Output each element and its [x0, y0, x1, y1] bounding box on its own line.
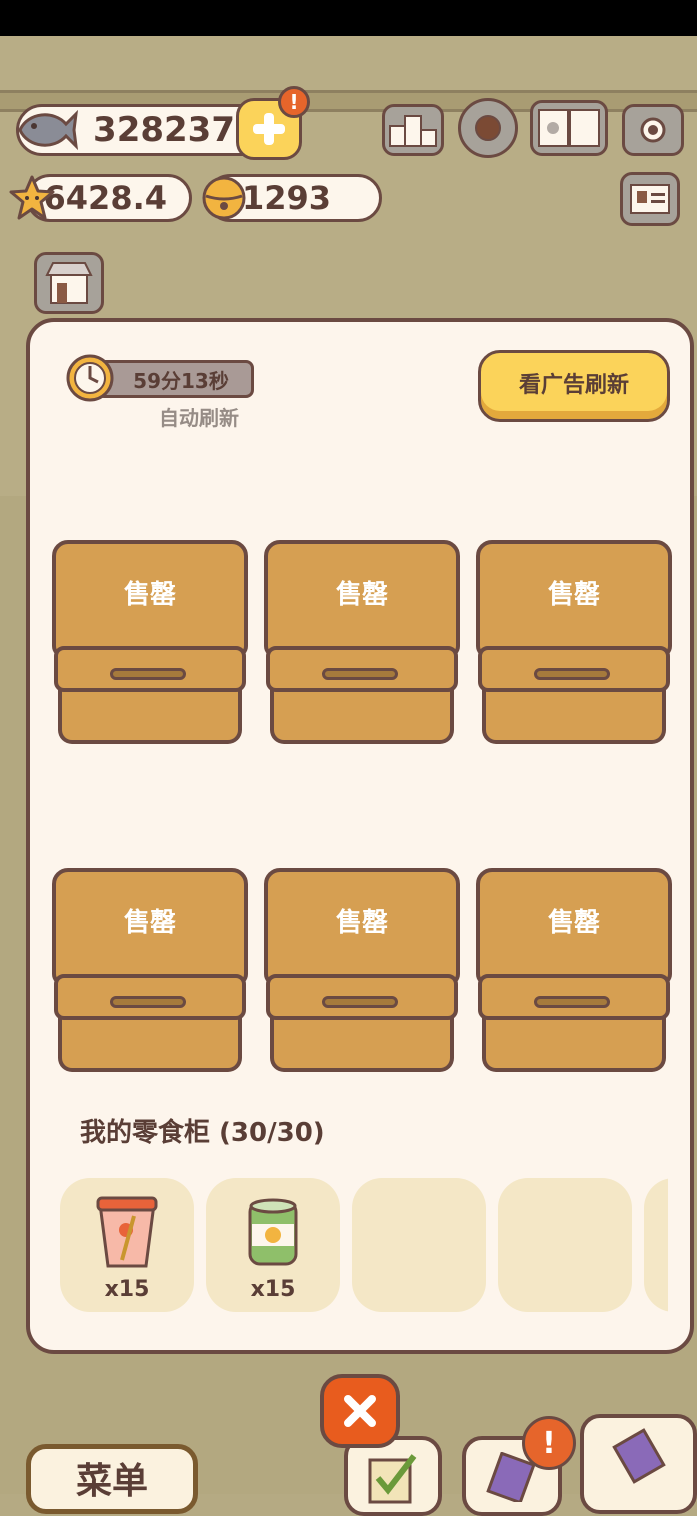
alert-badge: ! — [522, 1416, 576, 1470]
collection-tab[interactable] — [580, 1414, 697, 1514]
cup-noodle-icon — [94, 1192, 160, 1272]
fish-icon — [14, 104, 78, 156]
shop-slot[interactable]: 售罄 — [264, 540, 460, 744]
shop-slot[interactable]: 售罄 — [52, 868, 248, 1072]
menu-button[interactable]: 菜单 — [26, 1444, 198, 1514]
star-icon — [8, 174, 56, 222]
cabinet-item[interactable] — [644, 1178, 668, 1312]
gear-icon[interactable] — [458, 98, 518, 158]
shop-slot[interactable]: 售罄 — [52, 540, 248, 744]
checkmark-icon — [368, 1454, 417, 1504]
shop-slot[interactable]: 售罄 — [476, 868, 672, 1072]
sold-out-label: 售罄 — [52, 868, 248, 986]
shop-icon[interactable] — [34, 252, 104, 314]
clock-icon — [64, 352, 116, 404]
snack-cabinet-list[interactable]: x15 x15 — [60, 1178, 668, 1312]
sold-out-label: 售罄 — [52, 540, 248, 658]
canned-food-icon — [240, 1192, 306, 1272]
timer-value: 59分13秒 — [96, 360, 254, 398]
item-quantity: x15 — [250, 1277, 296, 1302]
star-count: 6428.4 — [43, 179, 167, 217]
cabinet-item[interactable]: x15 — [60, 1178, 194, 1312]
shop-slot-grid: 售罄 售罄 售罄 售罄 售罄 售罄 — [52, 540, 672, 1080]
bell-count: 1293 — [241, 179, 331, 217]
snack-cabinet-title: 我的零食柜 (30/30) — [80, 1118, 325, 1148]
fish-count: 328237 — [93, 110, 235, 150]
item-quantity: x15 — [104, 1277, 150, 1302]
sold-out-label: 售罄 — [476, 540, 672, 658]
cabinet-item[interactable] — [352, 1178, 486, 1312]
snack-shop-panel: 59分13秒 自动刷新 看广告刷新 售罄 售罄 售罄 售罄 售罄 售罄 我的零食… — [26, 318, 694, 1354]
sold-out-label: 售罄 — [476, 868, 672, 986]
task-tab[interactable] — [344, 1436, 442, 1516]
shop-slot[interactable]: 售罄 — [476, 540, 672, 744]
camera-icon[interactable] — [622, 104, 684, 156]
auto-refresh-label: 自动刷新 — [159, 406, 239, 430]
shop-slot[interactable]: 售罄 — [264, 868, 460, 1072]
card-icon[interactable] — [620, 172, 680, 226]
sold-out-label: 售罄 — [264, 540, 460, 658]
watch-ad-refresh-button[interactable]: 看广告刷新 — [478, 350, 670, 422]
status-bar — [0, 0, 697, 36]
close-icon — [344, 1395, 376, 1427]
refresh-timer: 59分13秒 自动刷新 — [64, 352, 264, 432]
bell-icon — [198, 172, 250, 224]
cabinet-item[interactable] — [498, 1178, 632, 1312]
cabinet-item[interactable]: x15 — [206, 1178, 340, 1312]
photo-card-icon — [612, 1428, 666, 1484]
close-button[interactable] — [320, 1374, 400, 1448]
book-icon[interactable] — [530, 100, 608, 156]
alert-badge: ! — [278, 86, 310, 118]
ranking-icon[interactable] — [382, 104, 444, 156]
sold-out-label: 售罄 — [264, 868, 460, 986]
